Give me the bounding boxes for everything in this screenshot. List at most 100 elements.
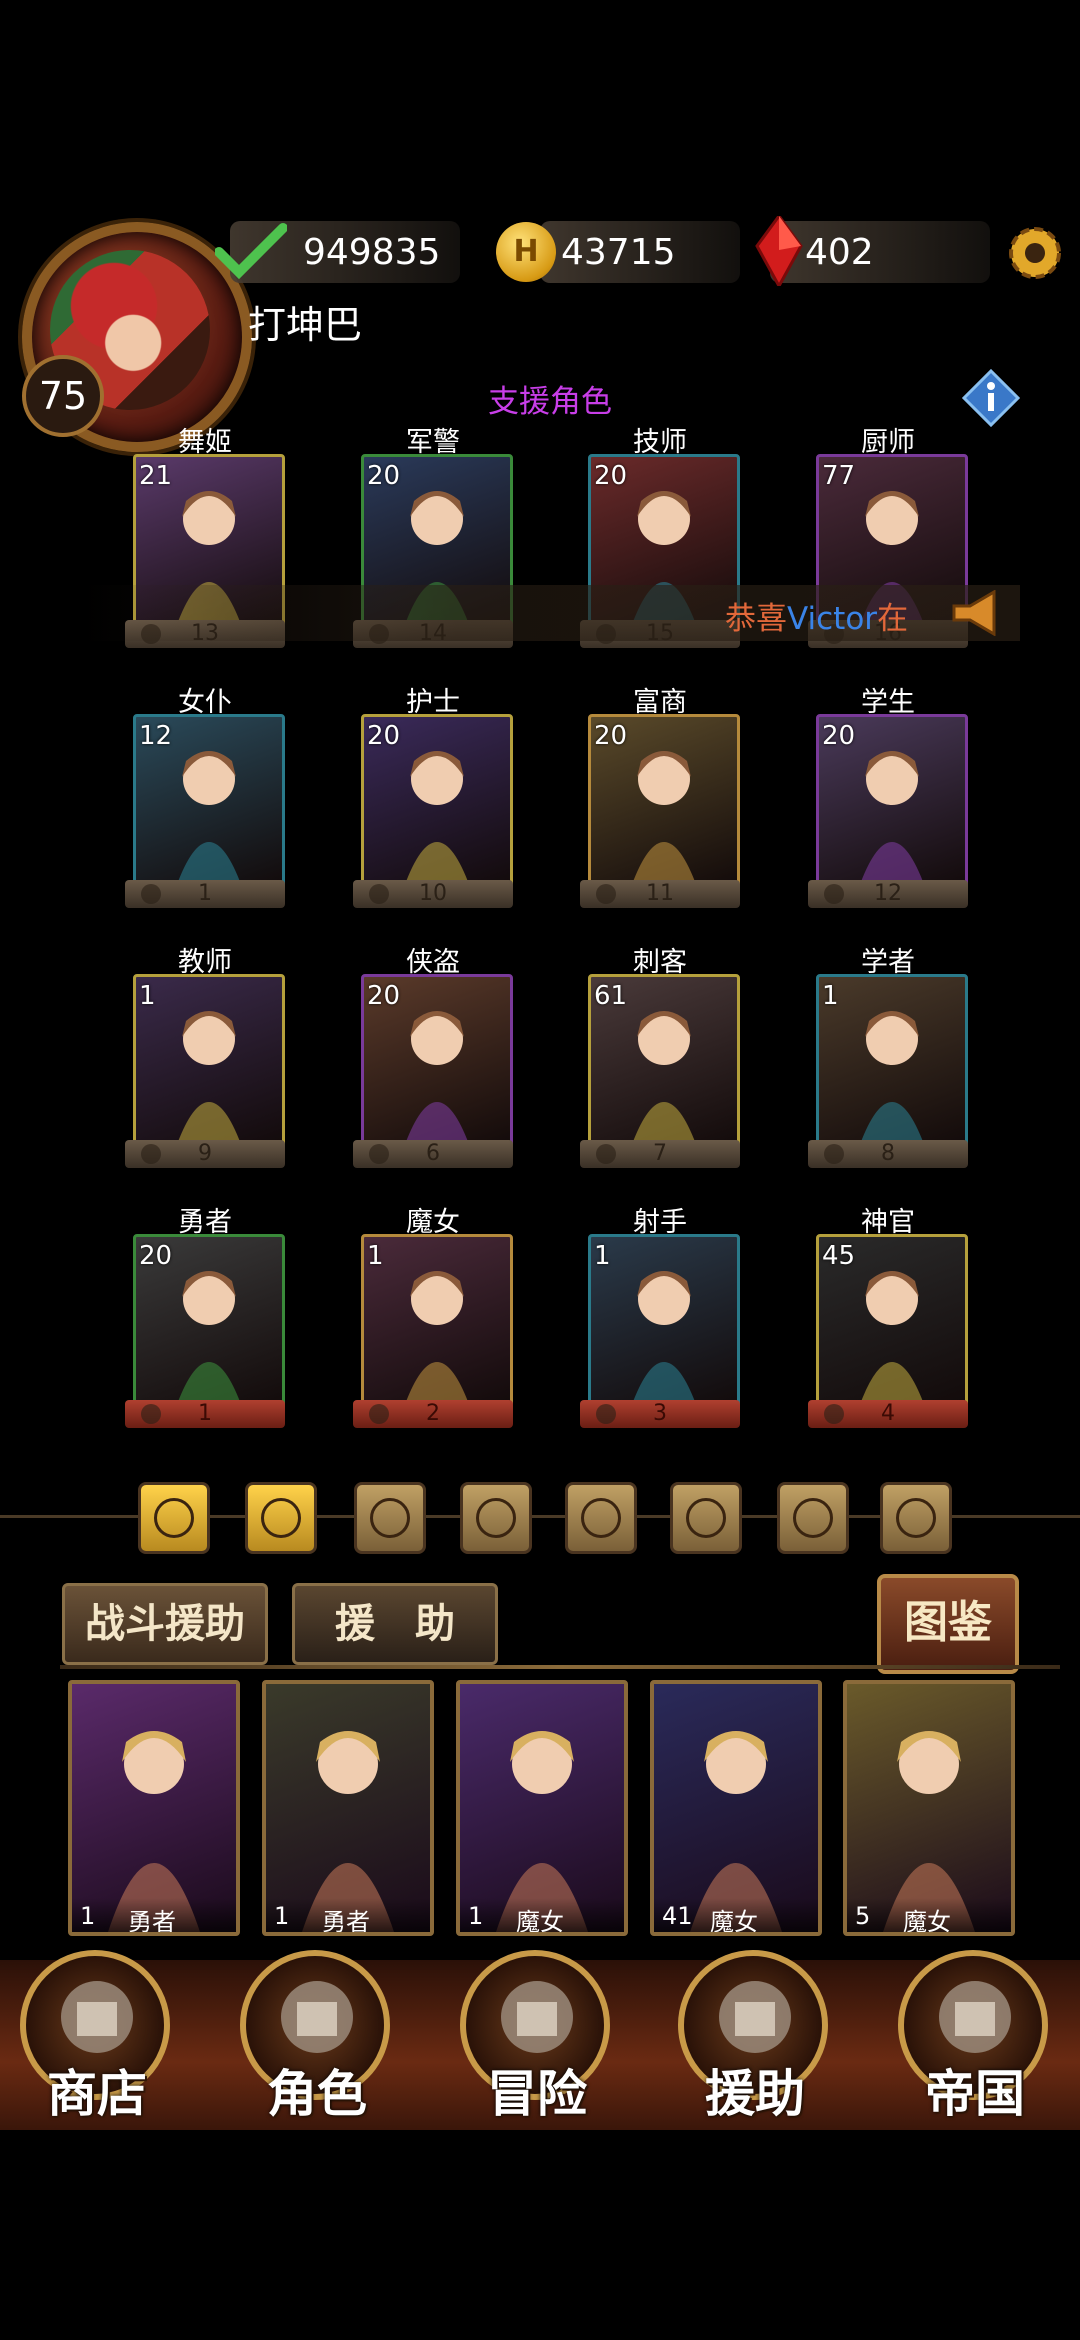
class-emblem-icon <box>596 1144 616 1164</box>
character-portrait[interactable]: 1 <box>588 1234 740 1410</box>
filter-glyph-icon <box>154 1498 194 1538</box>
character-count: 1 <box>367 1241 384 1271</box>
support-card-count: 1 <box>80 1902 96 1930</box>
beast-filter-icon[interactable] <box>138 1482 210 1554</box>
tab-assist[interactable]: 援 助 <box>292 1583 498 1665</box>
character-portrait[interactable]: 1 <box>133 974 285 1150</box>
crown-icon <box>939 1981 1011 2053</box>
support-card-count: 5 <box>855 1902 871 1930</box>
class-emblem-icon <box>824 884 844 904</box>
filter-glyph-icon <box>476 1498 516 1538</box>
filter-glyph-icon <box>793 1498 833 1538</box>
character-count: 20 <box>139 1241 173 1271</box>
character-portrait[interactable]: 20 <box>588 714 740 890</box>
codex-button[interactable]: 图鉴 <box>877 1574 1019 1674</box>
character-plate-number: 6 <box>426 1141 440 1166</box>
support-card-meta: 1 勇者 <box>72 1898 236 1932</box>
diamond-filter-icon[interactable] <box>670 1482 742 1554</box>
character-count: 77 <box>822 461 856 491</box>
class-emblem-icon <box>141 884 161 904</box>
support-art <box>496 1731 588 1932</box>
support-card[interactable]: 5 魔女 <box>843 1680 1015 1936</box>
character-portrait[interactable]: 1 <box>816 974 968 1150</box>
character-count: 20 <box>367 721 401 751</box>
character-plate: 6 <box>353 1140 513 1168</box>
support-card[interactable]: 1 勇者 <box>262 1680 434 1936</box>
nav-girl[interactable]: 援助 <box>670 1950 840 2123</box>
character-art <box>176 1011 242 1147</box>
section-title: 支援角色 <box>488 384 612 420</box>
character-portrait[interactable]: 61 <box>588 974 740 1150</box>
character-portrait[interactable]: 20 <box>361 974 513 1150</box>
wheel-filter-icon[interactable] <box>460 1482 532 1554</box>
gate-icon <box>501 1981 573 2053</box>
character-plate: 11 <box>580 880 740 908</box>
bow-filter-icon[interactable] <box>565 1482 637 1554</box>
character-plate-number: 4 <box>881 1401 895 1426</box>
character-art <box>404 1271 470 1407</box>
stamina-value: 949835 <box>303 232 441 273</box>
gear-icon[interactable] <box>1000 218 1070 288</box>
filter-glyph-icon <box>370 1498 410 1538</box>
character-plate: 10 <box>353 880 513 908</box>
player-name: 打坤巴 <box>248 303 363 347</box>
support-card[interactable]: 1 魔女 <box>456 1680 628 1936</box>
character-plate-number: 12 <box>874 881 902 906</box>
character-count: 61 <box>594 981 628 1011</box>
character-count: 1 <box>822 981 839 1011</box>
character-plate-number: 7 <box>653 1141 667 1166</box>
character-portrait[interactable]: 12 <box>133 714 285 890</box>
character-plate: 4 <box>808 1400 968 1428</box>
character-count: 1 <box>139 981 156 1011</box>
girl-icon <box>719 1981 791 2053</box>
character-portrait[interactable]: 20 <box>133 1234 285 1410</box>
character-portrait[interactable]: 20 <box>816 714 968 890</box>
character-portrait[interactable]: 20 <box>361 714 513 890</box>
character-plate: 3 <box>580 1400 740 1428</box>
character-count: 20 <box>594 721 628 751</box>
maiden-filter-icon[interactable] <box>245 1482 317 1554</box>
support-card[interactable]: 41 魔女 <box>650 1680 822 1936</box>
broadcast-text: 恭喜Victor在 <box>725 601 909 637</box>
character-plate-number: 3 <box>653 1401 667 1426</box>
character-portrait[interactable]: 1 <box>361 1234 513 1410</box>
class-emblem-icon <box>596 884 616 904</box>
nav-label: 援助 <box>705 2065 805 2123</box>
ruby-icon <box>755 216 803 286</box>
class-emblem-icon <box>141 1404 161 1424</box>
character-plate: 2 <box>353 1400 513 1428</box>
class-emblem-icon <box>141 1144 161 1164</box>
info-icon[interactable] <box>962 369 1020 427</box>
filter-glyph-icon <box>896 1498 936 1538</box>
support-card-class: 勇者 <box>128 1908 176 1936</box>
character-count: 45 <box>822 1241 856 1271</box>
character-plate-number: 1 <box>198 1401 212 1426</box>
support-card-class: 魔女 <box>903 1908 951 1936</box>
support-card-class: 勇者 <box>322 1908 370 1936</box>
nav-gate[interactable]: 冒险 <box>452 1950 622 2123</box>
support-card-count: 41 <box>662 1902 693 1930</box>
nav-hood[interactable]: 角色 <box>232 1950 402 2123</box>
target-filter-icon[interactable] <box>354 1482 426 1554</box>
support-card-class: 魔女 <box>516 1908 564 1936</box>
character-portrait[interactable]: 45 <box>816 1234 968 1410</box>
character-plate-number: 9 <box>198 1141 212 1166</box>
claw-filter-icon[interactable] <box>880 1482 952 1554</box>
class-emblem-icon <box>596 1404 616 1424</box>
nav-castle[interactable]: 商店 <box>12 1950 182 2123</box>
tab-divider <box>60 1665 1060 1669</box>
nav-crown[interactable]: 帝国 <box>890 1950 1060 2123</box>
check-icon <box>215 223 287 280</box>
support-art <box>690 1731 782 1932</box>
support-card[interactable]: 1 勇者 <box>68 1680 240 1936</box>
character-count: 21 <box>139 461 173 491</box>
tab-battle-assist[interactable]: 战斗援助 <box>62 1583 268 1665</box>
character-plate: 1 <box>125 1400 285 1428</box>
support-card-meta: 41 魔女 <box>654 1898 818 1932</box>
support-card-class: 魔女 <box>710 1908 758 1936</box>
nav-label: 冒险 <box>487 2065 587 2123</box>
support-card-count: 1 <box>468 1902 484 1930</box>
support-card-meta: 1 勇者 <box>266 1898 430 1932</box>
boot-filter-icon[interactable] <box>777 1482 849 1554</box>
nav-label: 帝国 <box>925 2065 1025 2123</box>
